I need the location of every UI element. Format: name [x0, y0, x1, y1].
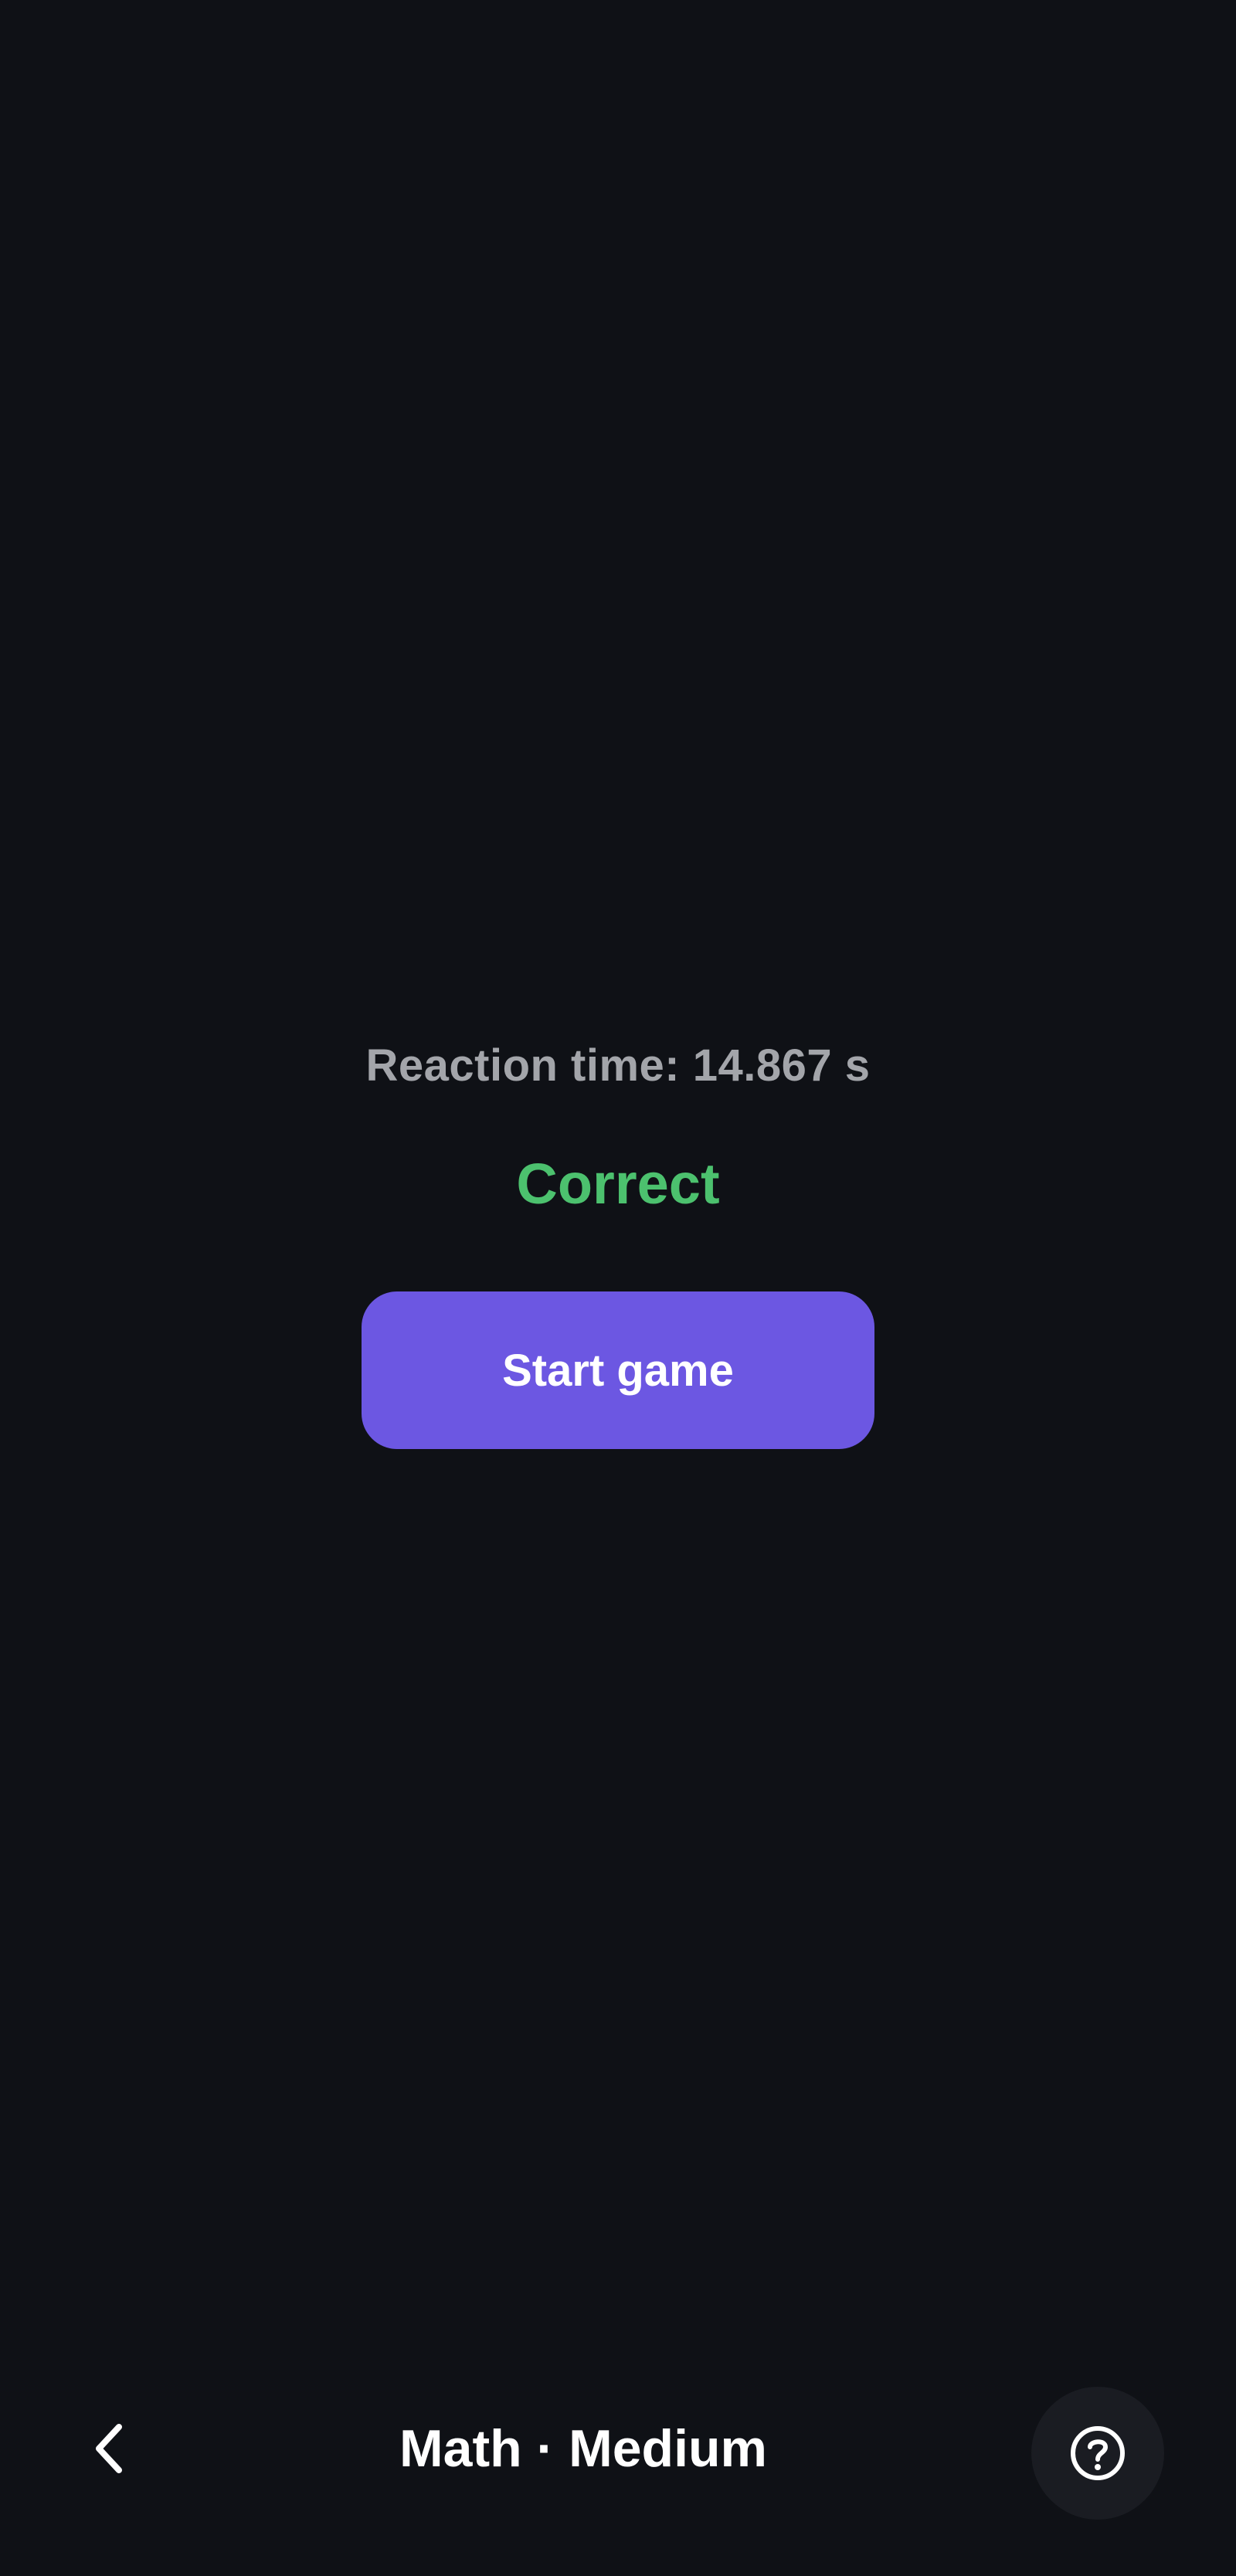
bottom-bar: Math · Medium	[0, 2379, 1236, 2534]
help-circle-icon	[1068, 2424, 1127, 2483]
result-panel: Reaction time: 14.867 s Correct Start ga…	[0, 1035, 1236, 1449]
result-status-text: Correct	[516, 1152, 720, 1216]
game-screen: Reaction time: 14.867 s Correct Start ga…	[0, 0, 1236, 2576]
reaction-time-text: Reaction time: 14.867 s	[365, 1040, 871, 1091]
screen-title: Math · Medium	[399, 2419, 767, 2478]
start-game-button[interactable]: Start game	[362, 1291, 874, 1449]
help-button[interactable]	[1031, 2387, 1164, 2520]
